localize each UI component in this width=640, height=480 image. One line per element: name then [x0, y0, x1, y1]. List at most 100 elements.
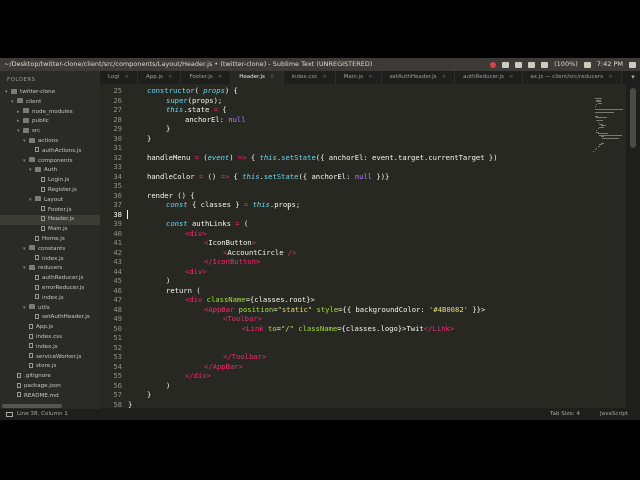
- code-line[interactable]: ): [166, 276, 170, 286]
- tree-item-label: public: [32, 118, 49, 125]
- code-line[interactable]: </div>: [185, 371, 211, 381]
- code-line[interactable]: constructor( props) {: [147, 86, 238, 96]
- sidebar-file[interactable]: .gitignore: [11, 372, 51, 382]
- battery-icon[interactable]: [541, 61, 549, 68]
- sidebar-horizontal-scrollbar[interactable]: [0, 403, 100, 409]
- code-line[interactable]: }: [147, 390, 151, 400]
- code-line[interactable]: this.state = {: [166, 105, 227, 115]
- sidebar-folder[interactable]: ▾ reducers: [23, 264, 62, 274]
- close-tab-icon[interactable]: ×: [322, 74, 327, 80]
- sidebar-folder[interactable]: ▾ Layout: [29, 196, 63, 206]
- close-tab-icon[interactable]: ×: [124, 74, 129, 80]
- tab-header-js[interactable]: Header.js ×: [231, 71, 284, 84]
- sidebar-file[interactable]: README.md: [11, 392, 59, 402]
- keyboard-icon[interactable]: [528, 61, 536, 68]
- sidebar-file[interactable]: errorReducer.js: [29, 284, 84, 294]
- sidebar-folder[interactable]: ▾ twitter-clone: [5, 88, 55, 98]
- wifi-icon[interactable]: [502, 61, 510, 68]
- sidebar-scroll-thumb[interactable]: [2, 404, 62, 408]
- record-icon[interactable]: [490, 61, 497, 68]
- clock[interactable]: 7:42 PM: [597, 58, 623, 71]
- code-token: null: [228, 114, 246, 124]
- scrollbar-thumb[interactable]: [630, 88, 636, 148]
- code-line[interactable]: </AppBar>: [204, 362, 243, 372]
- sidebar-file[interactable]: package.json: [11, 382, 61, 392]
- syntax-selector[interactable]: JavaScript: [600, 408, 628, 420]
- code-token: (: [239, 219, 249, 228]
- sidebar-folder[interactable]: ▾ Auth: [29, 166, 57, 176]
- sidebar-file[interactable]: Main.js: [35, 225, 68, 235]
- code-line[interactable]: </IconButton>: [204, 257, 260, 267]
- sidebar-file[interactable]: store.js: [23, 362, 56, 372]
- code-line[interactable]: </Toolbar>: [223, 352, 266, 362]
- bluetooth-icon[interactable]: [515, 61, 523, 68]
- file-icon: [35, 255, 39, 261]
- close-tab-icon[interactable]: ×: [442, 74, 447, 80]
- code-line[interactable]: }: [166, 124, 170, 134]
- tab-app-js[interactable]: App.js ×: [138, 71, 182, 84]
- sidebar-folder[interactable]: ▾ src: [17, 127, 40, 137]
- sidebar-file[interactable]: index.js: [29, 255, 64, 265]
- sidebar-file[interactable]: App.js: [23, 323, 53, 333]
- close-tab-icon[interactable]: ×: [368, 74, 373, 80]
- code-line[interactable]: <div className={classes.root}>: [185, 295, 315, 305]
- tab-footer-js[interactable]: Footer.js ×: [181, 71, 232, 84]
- sidebar-file[interactable]: authActions.js: [29, 147, 81, 157]
- code-line[interactable]: anchorEl: null: [185, 115, 246, 125]
- code-line[interactable]: super(props);: [166, 96, 222, 106]
- sidebar-folder[interactable]: ▾ utils: [23, 304, 50, 314]
- sidebar-folder[interactable]: ▾ components: [23, 157, 73, 167]
- code-line[interactable]: <AccountCircle />: [223, 248, 297, 258]
- sidebar-folder[interactable]: ▾ client: [11, 98, 41, 108]
- tab-logi[interactable]: Logi ×: [100, 71, 138, 84]
- sidebar-file[interactable]: Register.js: [35, 186, 77, 196]
- close-tab-icon[interactable]: ×: [168, 74, 173, 80]
- code-editor[interactable]: 25 26 27 28 29 30 31 32 33 34 35 36 37 38 39 40 41 42 43 44…: [100, 84, 590, 409]
- monitor-icon[interactable]: [6, 411, 13, 417]
- sidebar-file[interactable]: Home.js: [29, 235, 65, 245]
- code-line[interactable]: const { classes } = this.props;: [166, 200, 300, 210]
- code-token: props: [203, 86, 225, 95]
- sidebar-file[interactable]: Footer.js: [35, 206, 72, 216]
- sidebar-folder[interactable]: ▸ node_modules: [17, 108, 73, 118]
- code-line[interactable]: <IconButton>: [204, 238, 256, 248]
- sidebar-folder[interactable]: ▾ actions: [23, 137, 58, 147]
- code-line[interactable]: <AppBar position="static" style={{ backg…: [204, 305, 485, 315]
- minimap-line: [596, 117, 607, 119]
- code-line[interactable]: ): [166, 381, 170, 391]
- code-line[interactable]: }: [147, 134, 151, 144]
- tab-overflow-icon[interactable]: ▾: [626, 71, 640, 84]
- code-line[interactable]: render () {: [147, 191, 195, 201]
- code-line[interactable]: <Link to="/" className={classes.logo}>Tw…: [242, 324, 454, 334]
- vertical-scrollbar[interactable]: [626, 84, 640, 408]
- sidebar-folder[interactable]: ▾ constants: [23, 245, 65, 255]
- sidebar-file[interactable]: setAuthHeader.js: [29, 313, 90, 323]
- sidebar-file[interactable]: index.css: [23, 333, 62, 343]
- tab-setauthheader-js[interactable]: setAuthHeader.js ×: [382, 71, 456, 84]
- sidebar-file[interactable]: index.js: [23, 343, 58, 353]
- close-tab-icon[interactable]: ×: [270, 74, 275, 80]
- tab-ex-js-client-src-reducers[interactable]: ex.js — client/src/reducers ×: [523, 71, 622, 84]
- code-line[interactable]: const authLinks = (: [166, 219, 248, 229]
- sidebar-file[interactable]: index.js: [29, 294, 64, 304]
- volume-icon[interactable]: [583, 61, 591, 68]
- sidebar-folder[interactable]: ▸ public: [17, 117, 49, 127]
- code-line[interactable]: <div>: [185, 267, 207, 277]
- sidebar-file[interactable]: Login.js: [35, 176, 69, 186]
- tab-authreducer-js[interactable]: authReducer.js ×: [455, 71, 523, 84]
- close-tab-icon[interactable]: ×: [608, 74, 613, 80]
- close-tab-icon[interactable]: ×: [218, 74, 223, 80]
- tab-index-css[interactable]: index.css ×: [284, 71, 336, 84]
- sidebar-file[interactable]: serviceWorker.js: [23, 353, 81, 363]
- code-line[interactable]: <Toolbar>: [223, 314, 262, 324]
- sidebar-file[interactable]: authReducer.js: [29, 274, 83, 284]
- gear-icon[interactable]: [629, 61, 636, 68]
- minimap[interactable]: [590, 84, 626, 408]
- code-line[interactable]: handleColor = () => { this.setState({ an…: [147, 172, 389, 182]
- code-line[interactable]: <div>: [185, 229, 207, 239]
- tab-size-selector[interactable]: Tab Size: 4: [550, 408, 580, 420]
- close-tab-icon[interactable]: ×: [509, 74, 514, 80]
- code-line[interactable]: return (: [166, 286, 201, 296]
- code-line[interactable]: handleMenu = (event) => { this.setState(…: [147, 153, 498, 163]
- tab-main-js[interactable]: Main.js ×: [336, 71, 382, 84]
